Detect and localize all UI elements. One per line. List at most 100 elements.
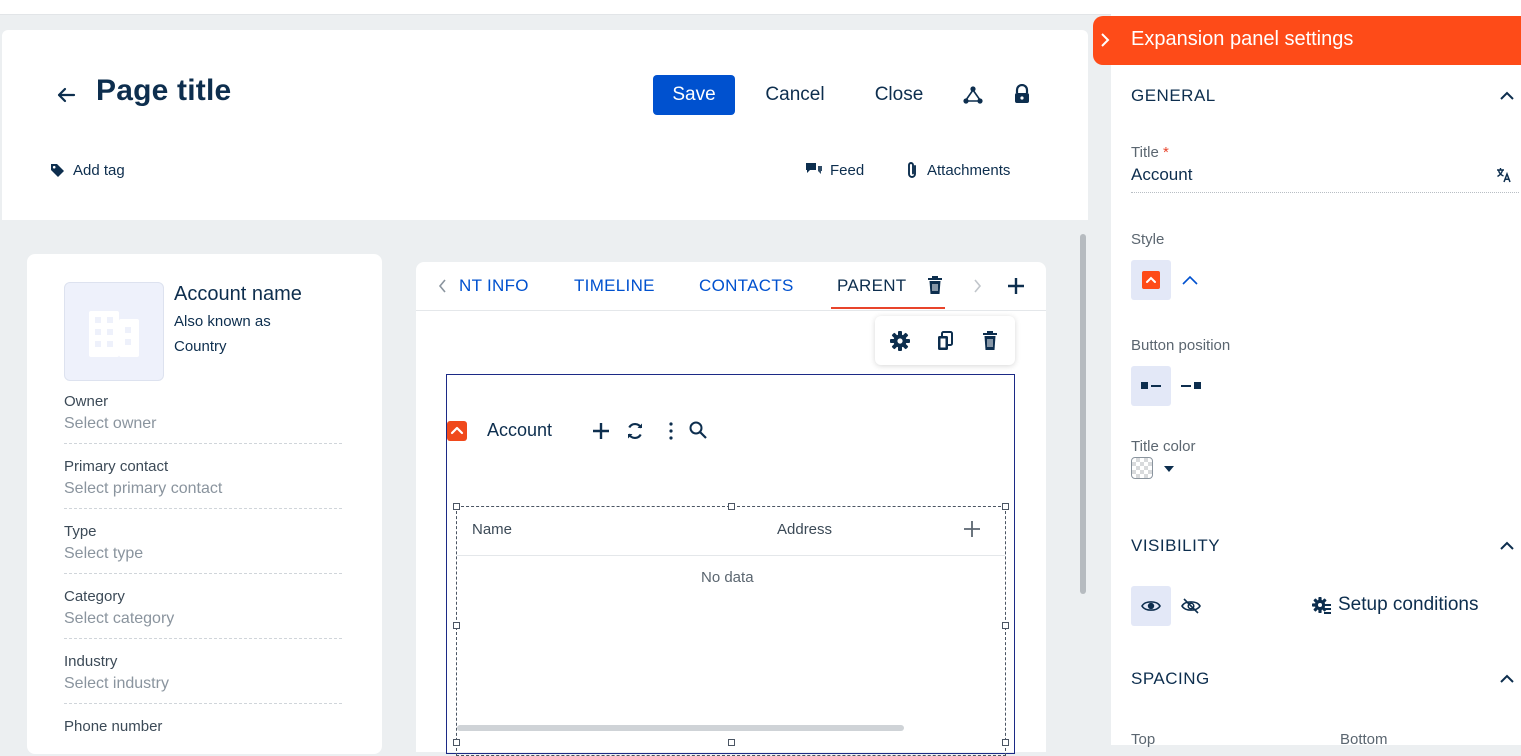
add-column-icon[interactable] [963,520,981,538]
empty-state-text: No data [701,569,754,586]
owner-field[interactable]: Owner Select owner [64,393,342,444]
button-position-label: Button position [1131,337,1231,354]
chevron-right-icon[interactable] [1098,32,1112,48]
position-left-icon [1141,381,1163,391]
eye-icon [1141,596,1161,616]
page-title: Page title [96,74,232,107]
active-tab-indicator [831,307,945,309]
field-placeholder: Select industry [64,675,169,692]
color-swatch[interactable] [1131,457,1153,479]
spacing-top-label: Top [1131,731,1156,748]
collapse-icon[interactable] [447,421,467,441]
resize-handle[interactable] [453,503,460,510]
translate-icon[interactable] [1496,167,1512,183]
gear-icon[interactable] [889,330,911,352]
title-input[interactable]: Account [1131,165,1192,185]
page-header-card [2,30,1088,220]
account-avatar[interactable] [64,282,164,381]
building-icon [89,311,139,357]
caret-down-icon[interactable] [1163,465,1175,473]
field-placeholder: Select owner [64,415,157,432]
resize-handle[interactable] [1002,622,1009,629]
column-header-address[interactable]: Address [777,521,832,538]
style-label: Style [1131,231,1165,248]
feed-label: Feed [830,161,865,179]
refresh-icon[interactable] [625,421,645,441]
close-button[interactable]: Close [862,75,936,115]
tab-nt-info[interactable]: NT INFO [459,276,529,296]
settings-panel [1111,14,1521,745]
account-name: Account name [174,283,302,305]
settings-title: Expansion panel settings [1131,28,1354,50]
field-label: Owner [64,393,109,410]
collapse-icon [1142,271,1160,289]
industry-field[interactable]: Industry Select industry [64,653,342,704]
add-tag-label: Add tag [73,161,125,179]
horizontal-scrollbar[interactable] [457,725,904,731]
resize-handle[interactable] [728,503,735,510]
chevron-up-icon[interactable] [1180,272,1200,288]
field-label: Category [64,588,125,605]
feed-link[interactable]: Feed [805,158,864,182]
attachments-link[interactable]: Attachments [905,158,1010,182]
resize-handle[interactable] [453,622,460,629]
conditions-gear-icon [1312,595,1332,615]
phone-number-label: Phone number [64,718,163,735]
type-field[interactable]: Type Select type [64,523,342,574]
also-known-as: Also known as [174,313,271,330]
chevron-right-icon[interactable] [971,278,983,294]
section-spacing[interactable]: SPACING [1131,669,1210,689]
field-label: Primary contact [64,458,169,475]
data-grid-selection[interactable] [456,506,1006,756]
back-arrow-icon[interactable] [55,85,77,105]
grid-header-divider [457,555,1005,556]
hierarchy-icon[interactable] [962,85,984,105]
field-placeholder: Select category [64,610,175,627]
position-right-icon[interactable] [1181,381,1203,391]
title-label-text: Title [1131,144,1159,161]
field-placeholder: Select type [64,545,144,562]
setup-conditions-button[interactable]: Setup conditions [1312,593,1479,617]
field-label: Type [64,523,97,540]
required-mark: * [1162,144,1169,161]
chevron-left-icon[interactable] [437,278,449,294]
feed-icon [805,162,823,178]
field-label: Industry [64,653,118,670]
section-visibility[interactable]: VISIBILITY [1131,536,1220,556]
category-field[interactable]: Category Select category [64,588,342,639]
field-placeholder: Select primary contact [64,480,223,497]
tag-icon [50,163,65,178]
title-field-label: Title * [1131,144,1169,161]
copy-icon[interactable] [934,330,956,352]
add-tab-icon[interactable] [1006,276,1026,296]
search-icon[interactable] [688,420,708,440]
trash-icon[interactable] [926,276,944,295]
chevron-up-icon[interactable] [1499,540,1515,552]
title-input-underline [1131,192,1519,193]
trash-icon[interactable] [979,330,1001,352]
page-scrollbar[interactable] [1080,234,1086,594]
lock-icon[interactable] [1013,84,1031,104]
more-vertical-icon[interactable] [663,421,679,441]
save-button[interactable]: Save [653,75,735,115]
chevron-up-icon[interactable] [1499,673,1515,685]
tab-timeline[interactable]: TIMELINE [574,276,655,296]
expansion-panel-title: Account [487,420,553,440]
tab-contacts[interactable]: CONTACTS [699,276,794,296]
country: Country [174,338,227,355]
chevron-up-icon[interactable] [1499,90,1515,102]
spacing-bottom-label: Bottom [1340,731,1388,748]
paperclip-icon [905,161,919,179]
title-color-label: Title color [1131,438,1196,455]
add-tag-link[interactable]: Add tag [50,158,125,182]
resize-handle[interactable] [1002,503,1009,510]
section-general[interactable]: GENERAL [1131,86,1216,106]
plus-icon[interactable] [591,421,611,441]
attachments-label: Attachments [927,161,1011,179]
top-strip [0,0,1521,15]
tab-parent[interactable]: PARENT [837,276,907,296]
cancel-button[interactable]: Cancel [752,75,838,115]
eye-off-icon[interactable] [1181,596,1201,616]
column-header-name[interactable]: Name [472,521,512,538]
primary-contact-field[interactable]: Primary contact Select primary contact [64,458,342,509]
